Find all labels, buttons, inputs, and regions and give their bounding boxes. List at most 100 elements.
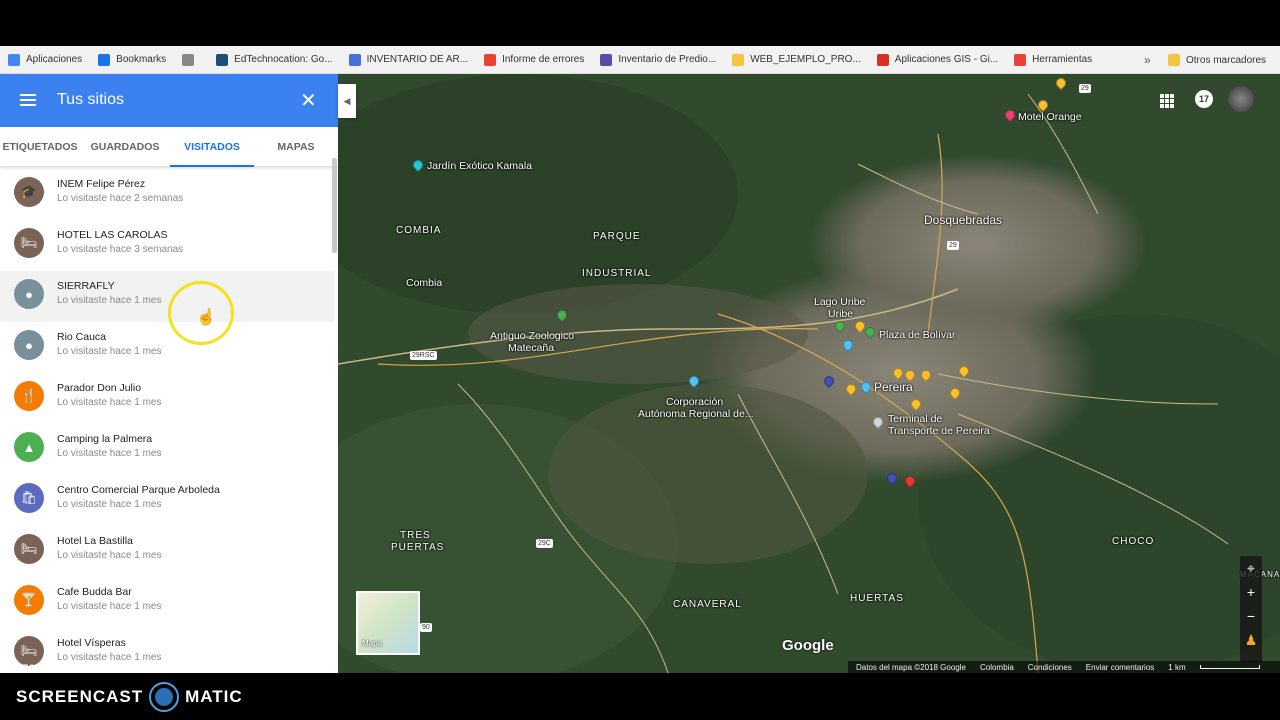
bookmark-label: EdTechnocation: Go...	[234, 54, 333, 65]
menu-icon[interactable]	[20, 94, 36, 106]
label-tres-2: PUERTAS	[391, 542, 445, 553]
visit-time: Lo visitaste hace 1 mes	[57, 397, 162, 408]
label-lago-1[interactable]: Lago Uribe	[814, 296, 865, 308]
map-footer: Datos del mapa ©2018 Google Colombia Con…	[848, 661, 1280, 673]
place-name: Cafe Budda Bar	[57, 586, 132, 598]
folder-icon	[1168, 54, 1180, 66]
google-logo: Google	[782, 637, 834, 654]
label-pereira: Pereira	[874, 380, 913, 394]
list-item[interactable]: 🍸 Cafe Budda Bar Lo visitaste hace 1 mes	[0, 577, 334, 628]
bookmark-item[interactable]: WEB_EJEMPLO_PRO...	[724, 46, 869, 74]
avatar[interactable]	[1228, 86, 1254, 112]
place-name: Hotel Vísperas	[57, 637, 126, 649]
close-icon[interactable]: ✕	[300, 88, 317, 113]
label-jardin[interactable]: Jardín Exótico Kamala	[427, 160, 532, 172]
visit-time: Lo visitaste hace 1 mes	[57, 295, 162, 306]
form-icon	[600, 53, 613, 66]
label-parque-1: PARQUE	[593, 231, 641, 242]
bookmark-item[interactable]: INVENTARIO DE AR...	[341, 46, 477, 74]
map-terms[interactable]: Condiciones	[1028, 663, 1072, 672]
camping-icon: ▲	[14, 432, 44, 462]
label-zoologico-1[interactable]: Antiguo Zoologico	[490, 330, 574, 342]
tab-mapas[interactable]: MAPAS	[254, 127, 338, 167]
notifications-badge[interactable]: 17	[1195, 90, 1213, 108]
map-feedback[interactable]: Enviar comentarios	[1086, 663, 1154, 672]
sheet-icon	[348, 53, 361, 66]
recorded-with-label: RECORDED WITH	[16, 663, 93, 673]
my-location-icon[interactable]: ⌖	[1240, 556, 1262, 580]
label-lago-2[interactable]: Uribe	[828, 308, 853, 320]
your-places-panel: Tus sitios ✕ ETIQUETADOS GUARDADOS VISIT…	[0, 74, 338, 673]
label-canaveral: CANAVERAL	[673, 599, 742, 610]
bookmark-item[interactable]: Aplicaciones	[0, 46, 90, 74]
grid-icon	[8, 53, 20, 66]
map-country[interactable]: Colombia	[980, 663, 1014, 672]
map-controls: ⌖ + − ♟	[1240, 556, 1262, 662]
collapse-panel-button[interactable]: ◀	[338, 84, 356, 118]
visit-time: Lo visitaste hace 1 mes	[57, 652, 162, 663]
map-scale-label[interactable]: 1 km	[1168, 663, 1185, 672]
panel-tabs: ETIQUETADOS GUARDADOS VISITADOS MAPAS	[0, 127, 338, 167]
place-icon: ●	[14, 330, 44, 360]
list-item[interactable]: ● SIERRAFLY Lo visitaste hace 1 mes	[0, 271, 334, 322]
hotel-icon: 🛏	[14, 228, 44, 258]
list-item[interactable]: 🛍 Centro Comercial Parque Arboleda Lo visi…	[0, 475, 334, 526]
satellite-map[interactable]: Jardín Exótico Kamala COMBIA Combia PARQ…	[338, 74, 1280, 673]
label-terminal-1[interactable]: Terminal de	[888, 413, 942, 425]
visit-time: Lo visitaste hace 3 semanas	[57, 244, 184, 255]
label-corporacion-2[interactable]: Autónoma Regional de...	[638, 408, 754, 420]
apps-grid-icon[interactable]	[1160, 94, 1174, 108]
place-name: Centro Comercial Parque Arboleda	[57, 484, 220, 496]
label-corporacion-1[interactable]: Corporación	[666, 396, 723, 408]
place-name: Parador Don Julio	[57, 382, 142, 394]
bookmark-label: INVENTARIO DE AR...	[366, 54, 469, 65]
place-icon: ●	[14, 279, 44, 309]
doc-icon	[182, 53, 195, 66]
bookmark-item[interactable]: Inventario de Predio...	[592, 46, 724, 74]
list-item[interactable]: 🛏 HOTEL LAS CAROLAS Lo visitaste hace 3 se…	[0, 220, 334, 271]
list-item[interactable]: 🍴 Parador Don Julio Lo visitaste hace 1 me…	[0, 373, 334, 424]
road-shield: 90	[420, 623, 432, 632]
bookmark-item[interactable]: Herramientas	[1006, 46, 1100, 74]
list-item[interactable]: 🎓 INEM Felipe Pérez Lo visitaste hace 2 se…	[0, 169, 334, 220]
panel-scrollbar[interactable]	[332, 158, 337, 253]
visit-time: Lo visitaste hace 1 mes	[57, 499, 162, 510]
panel-header: Tus sitios ✕	[0, 74, 338, 127]
list-item[interactable]: ▲ Camping la Palmera Lo visitaste hace 1 m…	[0, 424, 334, 475]
tab-etiquetados[interactable]: ETIQUETADOS	[0, 127, 80, 167]
label-motel[interactable]: Motel Orange	[1018, 111, 1082, 123]
folder-icon	[732, 53, 745, 66]
bookmark-label: Herramientas	[1032, 54, 1093, 65]
bookmark-label: Bookmarks	[116, 54, 167, 65]
zoom-out-button[interactable]: −	[1240, 604, 1262, 628]
list-item[interactable]: ● Rio Cauca Lo visitaste hace 1 mes	[0, 322, 334, 373]
label-parque-2: INDUSTRIAL	[582, 268, 652, 279]
google-icon	[484, 53, 497, 66]
bookmarks-more-button[interactable]: »	[1144, 46, 1151, 74]
zoom-in-button[interactable]: +	[1240, 580, 1262, 604]
pegman-icon[interactable]: ♟	[1240, 628, 1262, 652]
bookmark-item[interactable]: EdTechnocation: Go...	[208, 46, 340, 74]
bookmark-item[interactable]: Bookmarks	[90, 46, 174, 74]
hand-cursor-icon: ☝	[196, 309, 216, 326]
other-bookmarks[interactable]: Otros marcadores	[1168, 46, 1266, 74]
place-name: HOTEL LAS CAROLAS	[57, 229, 168, 241]
bookmark-label: WEB_EJEMPLO_PRO...	[750, 54, 861, 65]
label-plaza[interactable]: Plaza de Bolívar	[879, 329, 955, 341]
map-type-toggle[interactable]: Mapa	[356, 591, 420, 655]
screencast-logo: SCREENCAST MATIC	[16, 682, 243, 712]
panel-title: Tus sitios	[57, 91, 124, 108]
list-item[interactable]: 🛏 Hotel La Bastilla Lo visitaste hace 1 me…	[0, 526, 334, 577]
label-zoologico-2[interactable]: Matecaña	[508, 342, 554, 354]
bookmark-item[interactable]: Aplicaciones GIS - Gi...	[869, 46, 1006, 74]
label-terminal-2[interactable]: Transporte de Pereira	[888, 425, 990, 437]
place-name: Hotel La Bastilla	[57, 535, 133, 547]
tab-guardados[interactable]: GUARDADOS	[80, 127, 170, 167]
tab-visitados[interactable]: VISITADOS	[170, 127, 254, 167]
label-combia: Combia	[406, 277, 443, 289]
label-dosquebradas: Dosquebradas	[924, 213, 1003, 227]
school-icon: 🎓	[14, 177, 44, 207]
bookmark-item[interactable]: Informe de errores	[476, 46, 592, 74]
place-name: Rio Cauca	[57, 331, 107, 343]
bookmark-item[interactable]	[174, 46, 208, 74]
